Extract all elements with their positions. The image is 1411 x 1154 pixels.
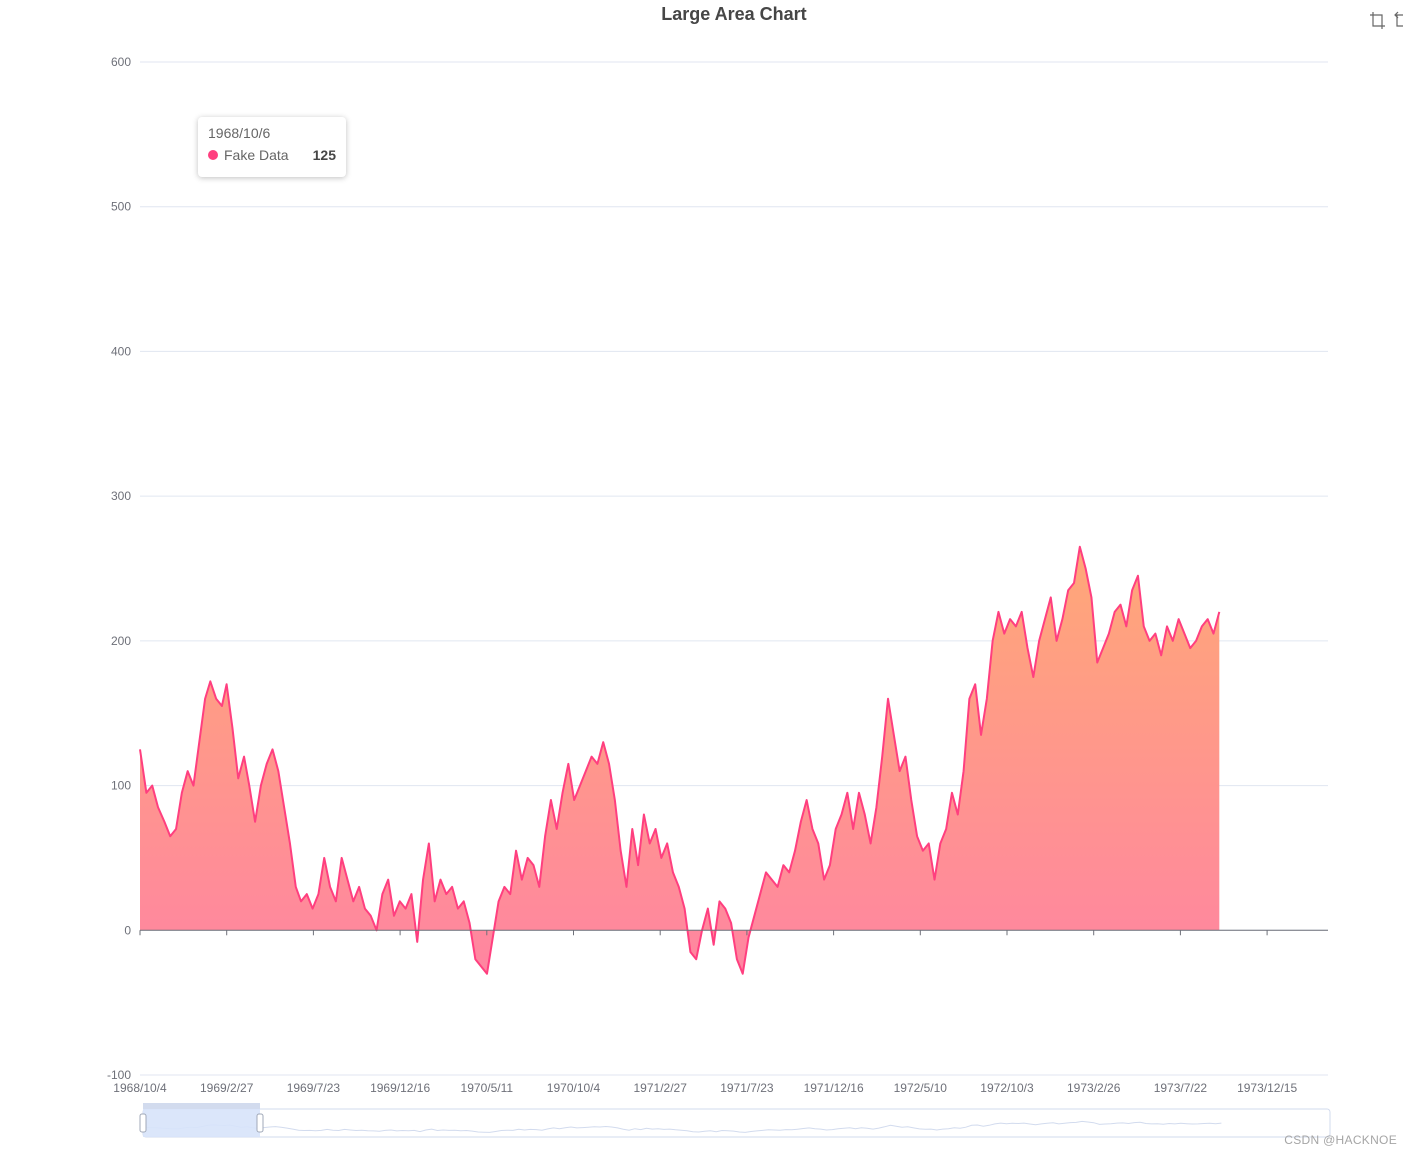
- y-axis: -100 0 100 200 300 400 500 600: [107, 55, 131, 1082]
- zoom-track: [142, 1108, 1331, 1138]
- tooltip-value: 125: [312, 147, 336, 163]
- x-tick-label: 1972/5/10: [894, 1081, 948, 1095]
- data-zoom-slider[interactable]: [139, 1103, 1331, 1138]
- x-tick-label: 1969/2/27: [200, 1081, 254, 1095]
- x-tick-label: 1973/12/15: [1237, 1081, 1297, 1095]
- y-tick-label: -100: [107, 1068, 131, 1082]
- watermark: CSDN @HACKNOE: [1284, 1133, 1397, 1147]
- x-tick-label: 1970/10/4: [547, 1081, 601, 1095]
- x-tick-label: 1970/5/11: [461, 1081, 514, 1095]
- x-tick-label: 1971/2/27: [634, 1081, 688, 1095]
- series-marker-icon: [208, 150, 218, 160]
- y-tick-label: 0: [124, 923, 131, 937]
- x-tick-label: 1971/7/23: [720, 1081, 774, 1095]
- area-fill: [140, 546, 1220, 974]
- zoom-window: [143, 1109, 260, 1137]
- tooltip: 1968/10/6 Fake Data 125: [198, 117, 346, 177]
- series-area: [139, 545, 1221, 975]
- x-tick-label: 1968/10/4: [113, 1081, 167, 1095]
- y-tick-label: 200: [111, 634, 131, 648]
- x-tick-label: 1973/2/26: [1067, 1081, 1121, 1095]
- x-tick-label: 1972/10/3: [980, 1081, 1034, 1095]
- x-tick-label: 1971/12/16: [804, 1081, 864, 1095]
- x-axis-labels: 1968/10/4 1969/2/27 1969/7/23 1969/12/16 197…: [113, 1081, 1297, 1095]
- zoom-handle-left: [139, 1113, 147, 1133]
- x-tick-label: 1969/12/16: [370, 1081, 430, 1095]
- x-tick-label: 1973/7/22: [1154, 1081, 1208, 1095]
- y-tick-label: 100: [111, 779, 131, 793]
- zoom-handle-right: [256, 1113, 264, 1133]
- y-tick-label: 500: [111, 200, 131, 214]
- y-tick-label: 400: [111, 344, 131, 358]
- x-tick-label: 1969/7/23: [287, 1081, 341, 1095]
- zoom-window-bar: [143, 1103, 260, 1109]
- tooltip-date: 1968/10/6: [208, 125, 271, 141]
- y-tick-label: 600: [111, 55, 131, 69]
- y-tick-label: 300: [111, 489, 131, 503]
- tooltip-series-name: Fake Data: [224, 147, 289, 163]
